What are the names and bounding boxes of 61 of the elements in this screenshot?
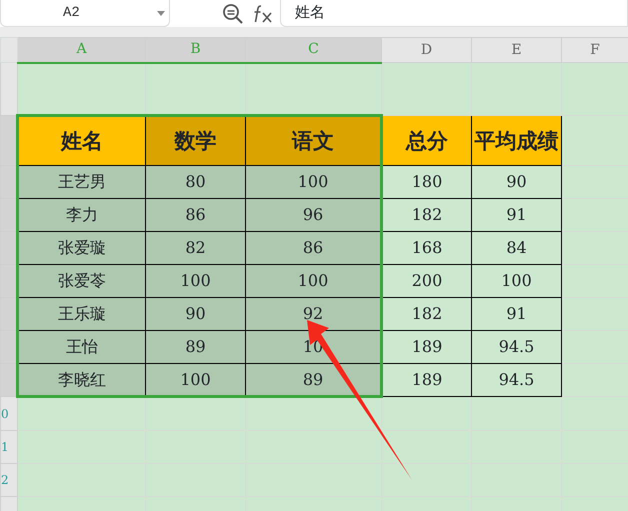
column-header[interactable]: F: [562, 38, 628, 62]
table-cell: 张爱苓: [18, 264, 146, 298]
table-cell: 92: [246, 298, 382, 330]
cell-reference: A2: [63, 4, 80, 22]
table-cell: 90: [146, 298, 246, 330]
row-header[interactable]: [0, 330, 18, 364]
column-header[interactable]: C: [246, 38, 382, 62]
function-icon[interactable]: [252, 4, 274, 24]
table-cell: 86: [146, 198, 246, 232]
table-cell: 94.5: [472, 364, 562, 396]
table-cell: 189: [382, 364, 472, 396]
table-cell: 89: [146, 330, 246, 364]
table-cell: 张爱璇: [18, 232, 146, 264]
table-cell: 王艺男: [18, 166, 146, 198]
table-cell: 100: [246, 166, 382, 198]
column-header[interactable]: B: [146, 38, 246, 62]
row-header[interactable]: [0, 198, 18, 232]
column-title: 语文: [246, 116, 382, 166]
row-header[interactable]: [0, 166, 18, 198]
column-title: 姓名: [18, 116, 146, 166]
table-cell: 80: [146, 166, 246, 198]
column-title: 总分: [382, 116, 472, 166]
table-cell: 200: [382, 264, 472, 298]
table-cell: 100: [472, 264, 562, 298]
row-header[interactable]: [0, 298, 18, 330]
table-cell: 180: [382, 166, 472, 198]
table-cell: 王乐璇: [18, 298, 146, 330]
table-cell: 182: [382, 198, 472, 232]
column-title: 平均成绩: [472, 116, 562, 166]
table-cell: 182: [382, 298, 472, 330]
table-cell: 王怡: [18, 330, 146, 364]
zoom-icon[interactable]: [222, 2, 244, 24]
column-header[interactable]: A: [18, 38, 146, 62]
table-cell: 84: [472, 232, 562, 264]
table-cell: 91: [472, 298, 562, 330]
table-cell: 100: [246, 264, 382, 298]
row-header[interactable]: [0, 116, 18, 166]
table-cell: 189: [382, 330, 472, 364]
row-header[interactable]: [0, 264, 18, 298]
column-title: 数学: [146, 116, 246, 166]
table-cell: 91: [472, 198, 562, 232]
table-cell: 89: [246, 364, 382, 396]
table-cell: 168: [382, 232, 472, 264]
table-cell: 90: [472, 166, 562, 198]
table-cell: 李晓红: [18, 364, 146, 396]
row-header[interactable]: 1: [0, 430, 18, 464]
table-cell: 李力: [18, 198, 146, 232]
table-cell: 100: [146, 364, 246, 396]
table-cell: 96: [246, 198, 382, 232]
row-header[interactable]: [0, 62, 18, 116]
column-header[interactable]: D: [382, 38, 472, 62]
row-header[interactable]: 0: [0, 396, 18, 430]
table-cell: 82: [146, 232, 246, 264]
table-cell: 100: [146, 264, 246, 298]
table-cell: 86: [246, 232, 382, 264]
row-header[interactable]: [0, 364, 18, 396]
row-header[interactable]: [0, 232, 18, 264]
column-header[interactable]: E: [472, 38, 562, 62]
row-header[interactable]: 2: [0, 464, 18, 496]
table-cell: 94.5: [472, 330, 562, 364]
caret-icon: [157, 11, 165, 16]
